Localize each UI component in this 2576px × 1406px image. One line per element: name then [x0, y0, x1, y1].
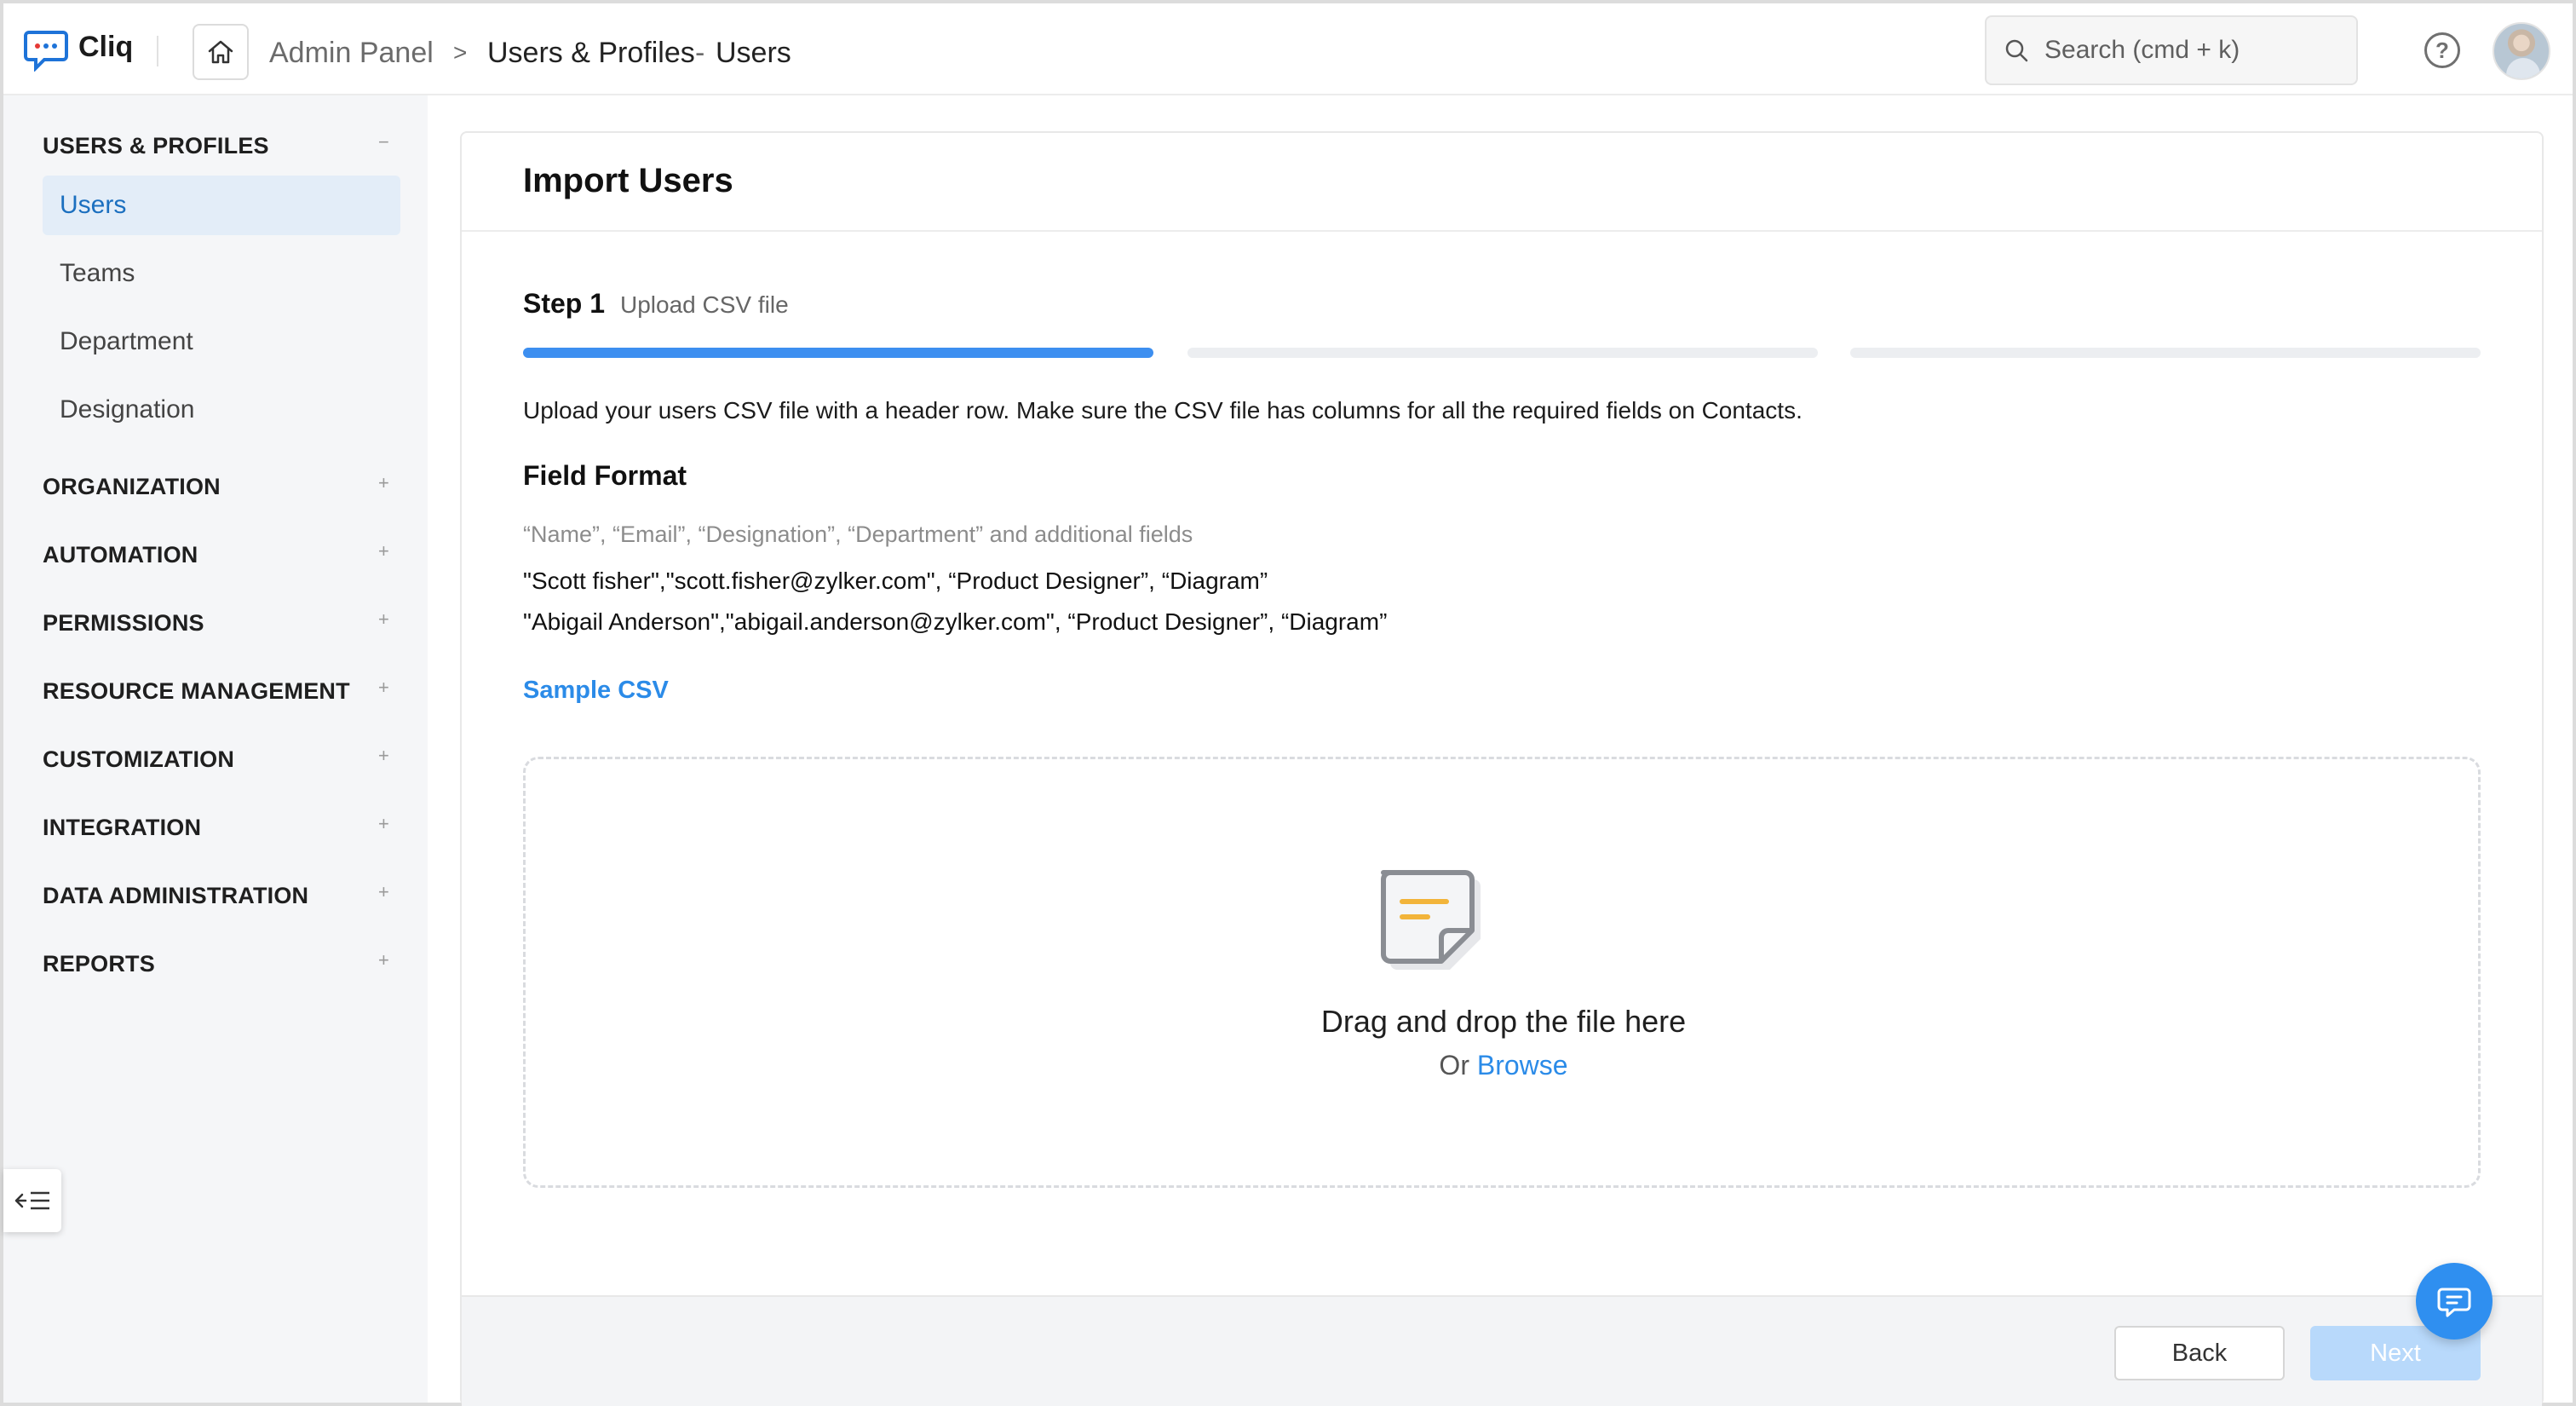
- home-icon: [208, 40, 233, 64]
- panel-footer: Back Next: [462, 1295, 2542, 1406]
- dropzone-text: Drag and drop the file here: [1320, 1004, 1687, 1039]
- sample-csv-link[interactable]: Sample CSV: [523, 677, 669, 705]
- breadcrumb-current: Users: [716, 37, 791, 69]
- chat-icon: [2437, 1288, 2471, 1317]
- step-progress-1: [523, 348, 1153, 358]
- search-box[interactable]: [1985, 15, 2358, 85]
- field-format-example: "Abigail Anderson","abigail.anderson@zyl…: [523, 608, 1388, 635]
- sidebar-section-automation[interactable]: AUTOMATION: [43, 542, 198, 568]
- search-icon: [2005, 39, 2028, 62]
- expand-section-icon[interactable]: +: [378, 881, 389, 903]
- breadcrumb-users-profiles[interactable]: Users & Profiles: [487, 36, 695, 70]
- expand-section-icon[interactable]: +: [378, 813, 389, 835]
- sidebar-section-customization[interactable]: CUSTOMIZATION: [43, 746, 234, 773]
- step-label: Step 1: [523, 288, 606, 319]
- import-users-panel: Import Users Step 1 Upload CSV file Uplo…: [460, 131, 2544, 1406]
- sidebar-section-reports[interactable]: REPORTS: [43, 951, 155, 977]
- sidebar-section-integration[interactable]: INTEGRATION: [43, 815, 201, 841]
- sidebar-item-users[interactable]: Users: [43, 176, 400, 235]
- cliq-logo-icon: [24, 27, 72, 72]
- sidebar-item-department[interactable]: Department: [43, 312, 400, 372]
- field-format-hint: “Name”, “Email”, “Designation”, “Departm…: [523, 521, 1193, 547]
- breadcrumb-separator: >: [453, 39, 468, 66]
- page-title: Import Users: [523, 162, 733, 199]
- sidebar-section-permissions[interactable]: PERMISSIONS: [43, 610, 204, 637]
- expand-section-icon[interactable]: +: [378, 608, 389, 631]
- step-progress-3: [1850, 348, 2481, 358]
- expand-section-icon[interactable]: +: [378, 540, 389, 562]
- app-logo[interactable]: Cliq: [24, 27, 133, 72]
- search-input[interactable]: [2044, 36, 2334, 65]
- home-button[interactable]: [193, 24, 249, 80]
- panel-header: Import Users: [462, 133, 2542, 232]
- sidebar-item-designation[interactable]: Designation: [43, 380, 400, 440]
- top-bar: Cliq Admin Panel > Users & Profiles - Us…: [3, 3, 2573, 95]
- sidebar: USERS & PROFILES − Users Teams Departmen…: [3, 95, 428, 1403]
- collapse-sidebar-button[interactable]: [3, 1169, 61, 1232]
- expand-section-icon[interactable]: +: [378, 472, 389, 494]
- breadcrumb-dash: -: [695, 37, 705, 69]
- field-format-title: Field Format: [523, 460, 687, 491]
- back-button[interactable]: Back: [2114, 1326, 2285, 1380]
- chat-button[interactable]: [2416, 1263, 2493, 1340]
- collapse-section-icon[interactable]: −: [378, 131, 389, 153]
- browse-link[interactable]: Browse: [1477, 1050, 1568, 1080]
- step-description: Upload CSV file: [620, 291, 789, 318]
- collapse-menu-icon: [14, 1191, 49, 1210]
- or-label: Or: [1439, 1050, 1469, 1080]
- expand-section-icon[interactable]: +: [378, 677, 389, 699]
- dropzone-or: Or Browse: [462, 1050, 2545, 1081]
- expand-section-icon[interactable]: +: [378, 949, 389, 971]
- divider: [157, 36, 158, 66]
- help-icon[interactable]: ?: [2424, 32, 2460, 68]
- sidebar-section-resource-management[interactable]: RESOURCE MANAGEMENT: [43, 678, 350, 705]
- sidebar-item-teams[interactable]: Teams: [43, 244, 400, 303]
- sidebar-section-data-administration[interactable]: DATA ADMINISTRATION: [43, 883, 308, 909]
- field-format-example: "Scott fisher","scott.fisher@zylker.com"…: [523, 568, 1268, 594]
- sidebar-section-users-profiles[interactable]: USERS & PROFILES: [43, 133, 269, 159]
- breadcrumb-admin-panel[interactable]: Admin Panel: [269, 36, 434, 70]
- app-name: Cliq: [78, 30, 134, 63]
- user-avatar[interactable]: [2493, 22, 2550, 80]
- file-dropzone[interactable]: [523, 757, 2481, 1188]
- sidebar-section-organization[interactable]: ORGANIZATION: [43, 474, 221, 500]
- expand-section-icon[interactable]: +: [378, 745, 389, 767]
- upload-instructions: Upload your users CSV file with a header…: [523, 397, 1803, 424]
- file-note-icon: [1377, 869, 1487, 980]
- step-progress-2: [1187, 348, 1818, 358]
